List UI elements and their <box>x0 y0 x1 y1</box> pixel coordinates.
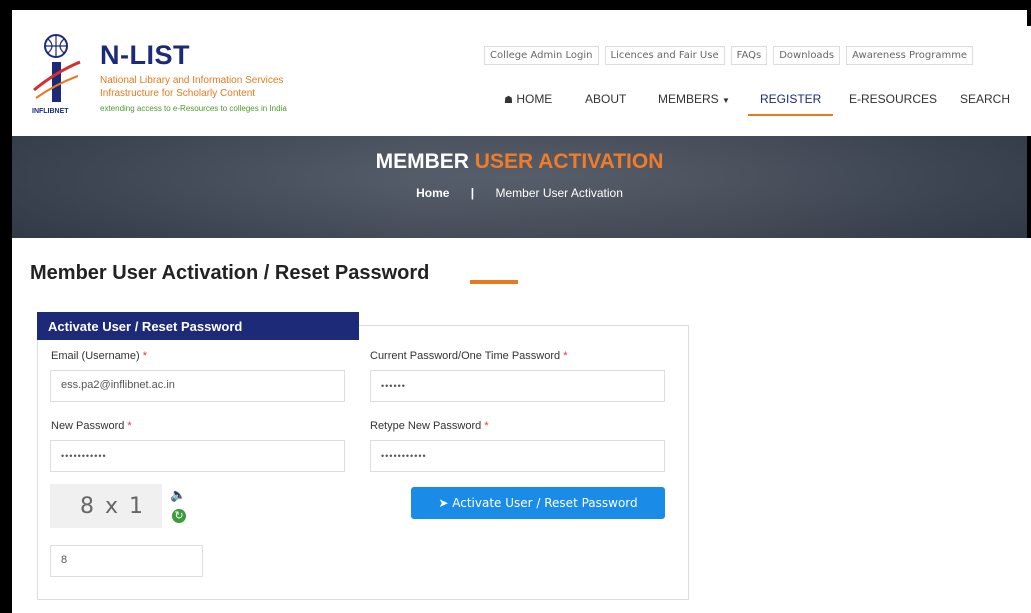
home-icon: ☗ <box>504 95 513 106</box>
inflibnet-logo-text: INFLIBNET <box>32 108 69 115</box>
captcha-answer-field[interactable]: 8 <box>50 545 203 577</box>
nav-members[interactable]: MEMBERS ▼ <box>658 90 730 116</box>
brand-title[interactable]: N-LIST <box>100 40 190 71</box>
site-header: INFLIBNET N-LIST National Library and In… <box>30 26 1031 136</box>
licences-link[interactable]: Licences and Fair Use <box>604 46 725 65</box>
banner-title: MEMBER USER ACTIVATION <box>12 150 1027 174</box>
current-password-label: Current Password/One Time Password * <box>370 350 567 362</box>
college-admin-login-link[interactable]: College Admin Login <box>484 46 599 65</box>
downloads-link[interactable]: Downloads <box>773 46 841 65</box>
nav-members-label: MEMBERS <box>658 92 719 106</box>
required-mark: * <box>563 350 568 362</box>
breadcrumb: Home | Member User Activation <box>12 186 1027 200</box>
captcha-image: 8 x 1 <box>50 484 162 528</box>
awareness-programme-link[interactable]: Awareness Programme <box>846 46 974 65</box>
window-frame-top <box>0 0 1031 10</box>
retype-password-label-text: Retype New Password <box>370 420 482 432</box>
nav-register[interactable]: REGISTER <box>748 90 834 116</box>
chevron-down-icon: ▼ <box>722 96 730 105</box>
email-label-text: Email (Username) <box>51 350 140 362</box>
banner-title-part-2: USER ACTIVATION <box>474 150 664 173</box>
email-label: Email (Username) * <box>51 350 147 362</box>
new-password-label: New Password * <box>51 420 132 432</box>
window-frame-left <box>0 0 12 613</box>
activate-user-button-label: Activate User / Reset Password <box>452 496 638 510</box>
refresh-icon[interactable]: ↻ <box>172 509 186 523</box>
page-title: Member User Activation / Reset Password <box>30 262 430 284</box>
brand-subtitle-1: National Library and Information Service… <box>100 75 284 86</box>
brand-subtitle-2: Infrastructure for Scholarly Content <box>100 88 256 99</box>
required-mark: * <box>142 350 147 362</box>
email-field[interactable]: ess.pa2@inflibnet.ac.in <box>50 370 345 402</box>
inflibnet-logo-icon[interactable] <box>30 32 86 118</box>
captcha-text: 8 x 1 <box>80 494 145 519</box>
nav-home[interactable]: ☗ HOME <box>504 90 552 116</box>
breadcrumb-current: Member User Activation <box>495 186 623 200</box>
brand-tagline: extending access to e-Resources to colle… <box>100 104 287 113</box>
nav-e-resources[interactable]: E-RESOURCES <box>849 90 937 116</box>
current-password-field[interactable]: •••••• <box>370 370 665 402</box>
nav-search[interactable]: SEARCH <box>960 90 1010 116</box>
title-underline <box>470 280 518 284</box>
activate-user-button[interactable]: ➤ Activate User / Reset Password <box>411 487 665 519</box>
breadcrumb-separator: | <box>470 186 475 200</box>
nav-about[interactable]: ABOUT <box>585 90 626 116</box>
breadcrumb-home-link[interactable]: Home <box>416 186 449 200</box>
retype-password-label: Retype New Password * <box>370 420 489 432</box>
current-password-label-text: Current Password/One Time Password <box>370 350 561 362</box>
new-password-field[interactable]: ••••••••••• <box>50 440 345 472</box>
page-banner: MEMBER USER ACTIVATION Home | Member Use… <box>12 136 1027 238</box>
panel-tab-title: Activate User / Reset Password <box>37 312 359 340</box>
retype-password-field[interactable]: ••••••••••• <box>370 440 665 472</box>
top-links-bar: College Admin Login Licences and Fair Us… <box>484 46 974 65</box>
faqs-link[interactable]: FAQs <box>730 46 768 65</box>
banner-title-part-1: MEMBER <box>375 150 469 173</box>
sign-in-icon: ➤ <box>438 496 449 510</box>
new-password-label-text: New Password <box>51 420 125 432</box>
required-mark: * <box>127 420 132 432</box>
required-mark: * <box>484 420 489 432</box>
speaker-icon[interactable]: 🔈 <box>170 487 186 503</box>
nav-home-label: HOME <box>516 92 553 106</box>
